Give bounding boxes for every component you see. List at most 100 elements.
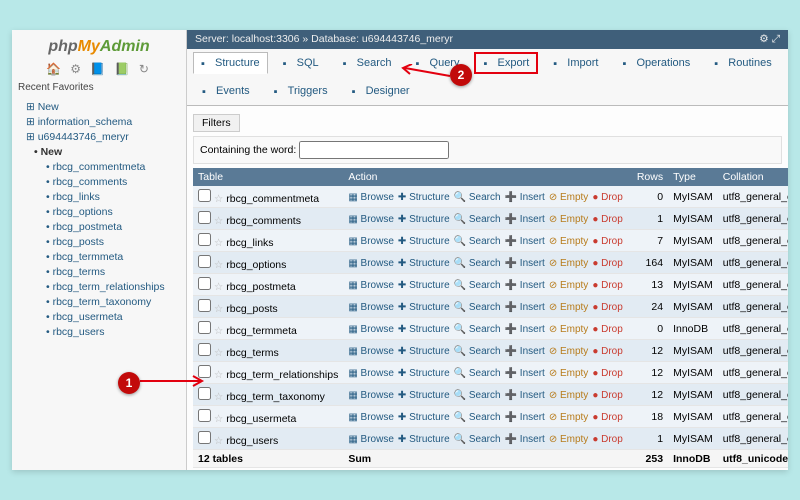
star-icon[interactable]: ☆ [214,259,223,271]
table-name[interactable]: rbcg_options [226,259,286,271]
row-check[interactable] [198,431,211,444]
insert-link[interactable]: ➕ Insert [505,368,545,379]
browse-link[interactable]: ▦ Browse [348,192,394,203]
star-icon[interactable]: ☆ [214,215,223,227]
insert-link[interactable]: ➕ Insert [505,280,545,291]
search-link[interactable]: 🔍 Search [454,346,501,357]
browse-link[interactable]: ▦ Browse [348,258,394,269]
drop-link[interactable]: ● Drop [592,280,623,291]
row-check[interactable] [198,299,211,312]
star-icon[interactable]: ☆ [214,281,223,293]
tree-item[interactable]: ⊞ New [12,99,186,114]
empty-link[interactable]: ⊘ Empty [549,236,589,247]
drop-link[interactable]: ● Drop [592,412,623,423]
tab-events[interactable]: ▪Events [193,80,259,102]
tab-search[interactable]: ▪Search [334,52,401,74]
browse-link[interactable]: ▦ Browse [348,214,394,225]
row-check[interactable] [198,387,211,400]
browse-link[interactable]: ▦ Browse [348,280,394,291]
search-link[interactable]: 🔍 Search [454,434,501,445]
browse-link[interactable]: ▦ Browse [348,346,394,357]
col-type[interactable]: Type [668,168,718,186]
table-name[interactable]: rbcg_posts [226,303,277,315]
logo-toolbar-icons[interactable]: 🏠 ⚙ 📘 📗 ↻ [12,60,186,80]
structure-link[interactable]: ✚ Structure [398,258,450,269]
row-check[interactable] [198,233,211,246]
browse-link[interactable]: ▦ Browse [348,390,394,401]
drop-link[interactable]: ● Drop [592,324,623,335]
browse-link[interactable]: ▦ Browse [348,236,394,247]
tree-item[interactable]: ⊞ u694443746_meryr [12,129,186,144]
empty-link[interactable]: ⊘ Empty [549,214,589,225]
browse-link[interactable]: ▦ Browse [348,434,394,445]
table-name[interactable]: rbcg_termmeta [226,325,297,337]
table-name[interactable]: rbcg_comments [226,215,301,227]
tab-structure[interactable]: ▪Structure [193,52,268,74]
tree-item[interactable]: • rbcg_users [12,324,186,339]
empty-link[interactable]: ⊘ Empty [549,434,589,445]
empty-link[interactable]: ⊘ Empty [549,192,589,203]
structure-link[interactable]: ✚ Structure [398,390,450,401]
structure-link[interactable]: ✚ Structure [398,236,450,247]
table-name[interactable]: rbcg_links [226,237,273,249]
insert-link[interactable]: ➕ Insert [505,302,545,313]
col-table[interactable]: Table [193,168,343,186]
structure-link[interactable]: ✚ Structure [398,324,450,335]
star-icon[interactable]: ☆ [214,347,223,359]
table-name[interactable]: rbcg_term_taxonomy [226,391,325,403]
insert-link[interactable]: ➕ Insert [505,192,545,203]
empty-link[interactable]: ⊘ Empty [549,280,589,291]
structure-link[interactable]: ✚ Structure [398,192,450,203]
drop-link[interactable]: ● Drop [592,390,623,401]
empty-link[interactable]: ⊘ Empty [549,412,589,423]
insert-link[interactable]: ➕ Insert [505,390,545,401]
table-name[interactable]: rbcg_terms [226,347,279,359]
breadcrumb[interactable]: Server: localhost:3306 » Database: u6944… [195,33,453,46]
star-icon[interactable]: ☆ [214,369,223,381]
insert-link[interactable]: ➕ Insert [505,258,545,269]
search-link[interactable]: 🔍 Search [454,236,501,247]
insert-link[interactable]: ➕ Insert [505,324,545,335]
empty-link[interactable]: ⊘ Empty [549,368,589,379]
drop-link[interactable]: ● Drop [592,302,623,313]
insert-link[interactable]: ➕ Insert [505,434,545,445]
drop-link[interactable]: ● Drop [592,434,623,445]
col-collation[interactable]: Collation [718,168,788,186]
browse-link[interactable]: ▦ Browse [348,368,394,379]
table-name[interactable]: rbcg_users [226,435,278,447]
insert-link[interactable]: ➕ Insert [505,346,545,357]
search-link[interactable]: 🔍 Search [454,390,501,401]
empty-link[interactable]: ⊘ Empty [549,258,589,269]
filters-button[interactable]: Filters [193,114,240,132]
tab-import[interactable]: ▪Import [544,52,607,74]
table-name[interactable]: rbcg_postmeta [226,281,295,293]
star-icon[interactable]: ☆ [214,435,223,447]
tree-item[interactable]: • rbcg_links [12,189,186,204]
tree-item[interactable]: • New [12,144,186,159]
tree-item[interactable]: • rbcg_options [12,204,186,219]
browse-link[interactable]: ▦ Browse [348,302,394,313]
recent-favorites[interactable]: Recent Favorites [12,80,186,95]
star-icon[interactable]: ☆ [214,391,223,403]
row-check[interactable] [198,255,211,268]
table-name[interactable]: rbcg_commentmeta [226,193,319,205]
browse-link[interactable]: ▦ Browse [348,324,394,335]
row-check[interactable] [198,277,211,290]
search-link[interactable]: 🔍 Search [454,214,501,225]
structure-link[interactable]: ✚ Structure [398,280,450,291]
star-icon[interactable]: ☆ [214,303,223,315]
insert-link[interactable]: ➕ Insert [505,412,545,423]
structure-link[interactable]: ✚ Structure [398,434,450,445]
drop-link[interactable]: ● Drop [592,214,623,225]
drop-link[interactable]: ● Drop [592,192,623,203]
search-link[interactable]: 🔍 Search [454,258,501,269]
row-check[interactable] [198,409,211,422]
drop-link[interactable]: ● Drop [592,368,623,379]
tab-export[interactable]: ▪Export [474,52,538,74]
search-link[interactable]: 🔍 Search [454,192,501,203]
search-link[interactable]: 🔍 Search [454,324,501,335]
col-rows[interactable]: Rows [632,168,668,186]
structure-link[interactable]: ✚ Structure [398,302,450,313]
tree-item[interactable]: • rbcg_term_taxonomy [12,294,186,309]
tree-item[interactable]: • rbcg_term_relationships [12,279,186,294]
